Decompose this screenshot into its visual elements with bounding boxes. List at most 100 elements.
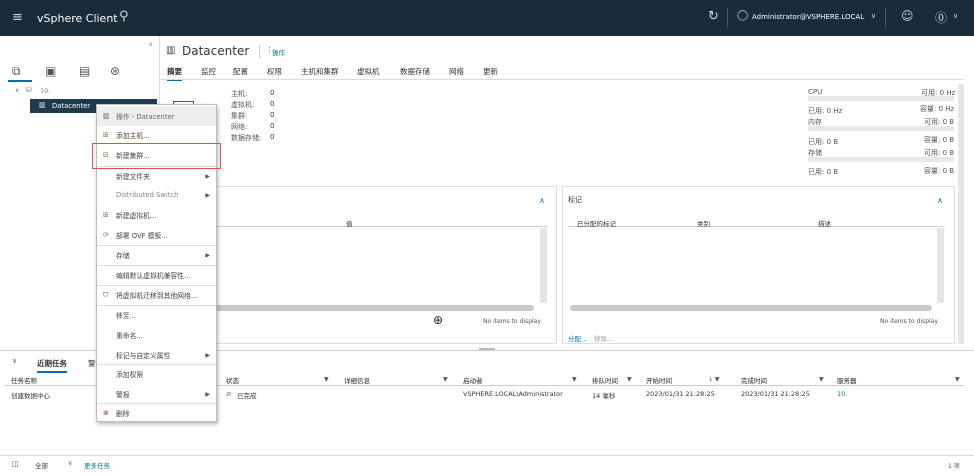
tab-hosts-clusters[interactable]: 主机和集群 bbox=[301, 66, 339, 77]
col-status[interactable]: 状态 bbox=[226, 375, 239, 385]
summary-label: 虚拟机: bbox=[231, 101, 255, 109]
chevron-right-icon: ▶ bbox=[205, 172, 210, 180]
menu-item-rename[interactable]: 重命名... bbox=[97, 325, 216, 345]
task-filter-select[interactable]: 全部 bbox=[35, 460, 48, 470]
tree-item-datacenter[interactable]: Datacenter bbox=[52, 102, 90, 110]
menu-item-storage[interactable]: 存储 ▶ bbox=[97, 245, 216, 265]
chevron-down-icon[interactable]: ∨ bbox=[871, 12, 876, 20]
filter-icon[interactable]: ▼ bbox=[443, 376, 448, 383]
menu-item-deploy-ovf[interactable]: ⟳ 部署 OVF 模板... bbox=[97, 225, 216, 245]
column-category: 类别 bbox=[697, 220, 710, 228]
chevron-down-icon[interactable]: ∨ bbox=[953, 12, 958, 20]
no-items-text: No items to display bbox=[483, 318, 541, 325]
cpu-label: CPU bbox=[808, 88, 823, 96]
storage-used: 已用: 0 B bbox=[808, 168, 839, 176]
tab-monitor[interactable]: 监控 bbox=[201, 66, 216, 77]
tab-vms[interactable]: 虚拟机 bbox=[357, 66, 380, 77]
menu-item-add-permission[interactable]: 添加权限 bbox=[97, 364, 216, 384]
status-ok-icon: ⊘ bbox=[226, 390, 232, 398]
more-tasks-link[interactable]: 更多任务 bbox=[84, 460, 110, 470]
summary-value: 0 bbox=[270, 89, 275, 97]
filter-icon[interactable]: ▼ bbox=[572, 376, 577, 383]
hosts-clusters-icon[interactable]: ⧉ bbox=[12, 64, 21, 79]
datacenter-icon: ▥ bbox=[39, 101, 46, 109]
collapse-icon[interactable]: ‹ bbox=[149, 40, 153, 50]
storage-icon[interactable]: ▤ bbox=[79, 64, 90, 78]
new-vm-icon: ⊞ bbox=[103, 211, 109, 219]
task-server[interactable]: 10. bbox=[837, 390, 847, 398]
tab-configure[interactable]: 配置 bbox=[233, 66, 248, 77]
filter-icon[interactable]: ▼ bbox=[819, 376, 824, 383]
col-task-name[interactable]: 任务名称 bbox=[11, 375, 37, 385]
expand-icon[interactable]: ∨ bbox=[15, 87, 19, 94]
menu-item-new-vm[interactable]: ⊞ 新建虚拟机... bbox=[97, 205, 216, 225]
menu-item-delete[interactable]: ⊗ 删除 bbox=[97, 403, 216, 423]
help-icon[interactable]: ⓪ bbox=[935, 9, 947, 26]
col-start[interactable]: 开始时间 bbox=[646, 375, 672, 385]
menu-item-alarms[interactable]: 警报 ▶ bbox=[97, 384, 216, 404]
col-details[interactable]: 详细信息 bbox=[344, 375, 370, 385]
grid-scrollbar[interactable] bbox=[937, 228, 944, 303]
menu-item-move-to[interactable]: 移至... bbox=[97, 305, 216, 325]
menu-header: ▥ 操作 - Datacenter bbox=[97, 106, 216, 126]
menu-item-edit-compat[interactable]: 编辑默认虚拟机兼容性... bbox=[97, 265, 216, 285]
divider bbox=[885, 8, 886, 28]
task-status: 已完成 bbox=[237, 392, 257, 400]
filter-icon[interactable]: ▼ bbox=[324, 376, 329, 383]
tab-updates[interactable]: 更新 bbox=[483, 66, 498, 77]
network-icon[interactable]: ⊛ bbox=[110, 64, 120, 78]
menu-item-new-folder[interactable]: 新建文件夹 ▶ bbox=[97, 166, 216, 186]
vms-templates-icon[interactable]: ▣ bbox=[45, 64, 56, 78]
tab-permissions[interactable]: 权限 bbox=[267, 66, 282, 77]
chevron-up-icon[interactable]: ∧ bbox=[937, 196, 943, 205]
remove-tag-link[interactable]: 移除... bbox=[594, 333, 613, 343]
tags-title: 标记 bbox=[568, 196, 582, 204]
col-queued[interactable]: 排队时间 bbox=[592, 375, 618, 385]
main-scrollbar[interactable] bbox=[958, 84, 964, 344]
menu-item-label: 添加主机... bbox=[116, 132, 150, 140]
tree-root[interactable]: 10. bbox=[40, 87, 50, 95]
user-icon: ◯ bbox=[737, 10, 749, 21]
col-completion[interactable]: 完成时间 bbox=[741, 375, 767, 385]
smiley-icon[interactable]: ☺ bbox=[901, 9, 914, 23]
grid-scrollbar[interactable] bbox=[540, 228, 547, 303]
menu-item-tags-attrs[interactable]: 标记与自定义属性 ▶ bbox=[97, 345, 216, 365]
chevron-down-icon[interactable]: ∨ bbox=[68, 460, 72, 467]
h-scrollbar[interactable] bbox=[570, 305, 932, 311]
chevron-up-icon[interactable]: ∧ bbox=[539, 196, 545, 205]
top-header: ≡ vSphere Client ⚲ ↻ ◯ Administrator@VSP… bbox=[0, 0, 974, 36]
item-count: 1 项 bbox=[948, 463, 960, 470]
no-items-text: No items to display bbox=[880, 318, 938, 325]
filter-icon[interactable]: ▼ bbox=[627, 376, 632, 383]
column-description: 描述 bbox=[818, 220, 831, 228]
tab-datastores[interactable]: 数据存储 bbox=[400, 66, 430, 77]
menu-item-migrate-network[interactable]: ⛉ 将虚拟机迁移到其他网络... bbox=[97, 285, 216, 305]
menu-item-label: 新建文件夹 bbox=[116, 173, 150, 181]
column-toggle-icon[interactable]: ◫ bbox=[12, 460, 19, 468]
h-scrollbar[interactable] bbox=[210, 305, 534, 311]
chevron-down-icon[interactable]: ∨ bbox=[12, 357, 17, 365]
assign-tag-link[interactable]: 分配... bbox=[568, 333, 587, 343]
app-title[interactable]: vSphere Client bbox=[37, 12, 118, 25]
datacenter-icon: ▥ bbox=[166, 45, 176, 56]
user-menu[interactable]: Administrator@VSPHERE.LOCAL bbox=[752, 13, 864, 21]
splitter-handle[interactable] bbox=[479, 348, 495, 350]
menu-icon[interactable]: ≡ bbox=[12, 10, 23, 25]
menu-item-distributed-switch[interactable]: Distributed Switch ▶ bbox=[97, 185, 216, 205]
filter-icon[interactable]: ▼ bbox=[955, 376, 960, 383]
actions-link[interactable]: 操作 bbox=[272, 47, 285, 57]
refresh-icon[interactable]: ↻ bbox=[708, 9, 719, 24]
grid-header bbox=[568, 214, 945, 227]
divider bbox=[259, 45, 260, 58]
datacenter-icon: ▥ bbox=[103, 112, 110, 120]
tab-recent-tasks[interactable]: 近期任务 bbox=[37, 358, 67, 373]
menu-item-add-host[interactable]: ⊞ 添加主机... bbox=[97, 125, 216, 145]
tabs-underline bbox=[160, 79, 965, 80]
search-icon[interactable]: ⚲ bbox=[119, 9, 129, 24]
col-server[interactable]: 服务器 bbox=[837, 375, 857, 385]
menu-item-label: Distributed Switch bbox=[116, 191, 179, 199]
sort-icon[interactable]: ↓ ▼ bbox=[708, 376, 720, 383]
menu-item-label: 存储 bbox=[116, 252, 130, 260]
tab-networks[interactable]: 网络 bbox=[449, 66, 464, 77]
col-initiator[interactable]: 启动者 bbox=[463, 375, 483, 385]
